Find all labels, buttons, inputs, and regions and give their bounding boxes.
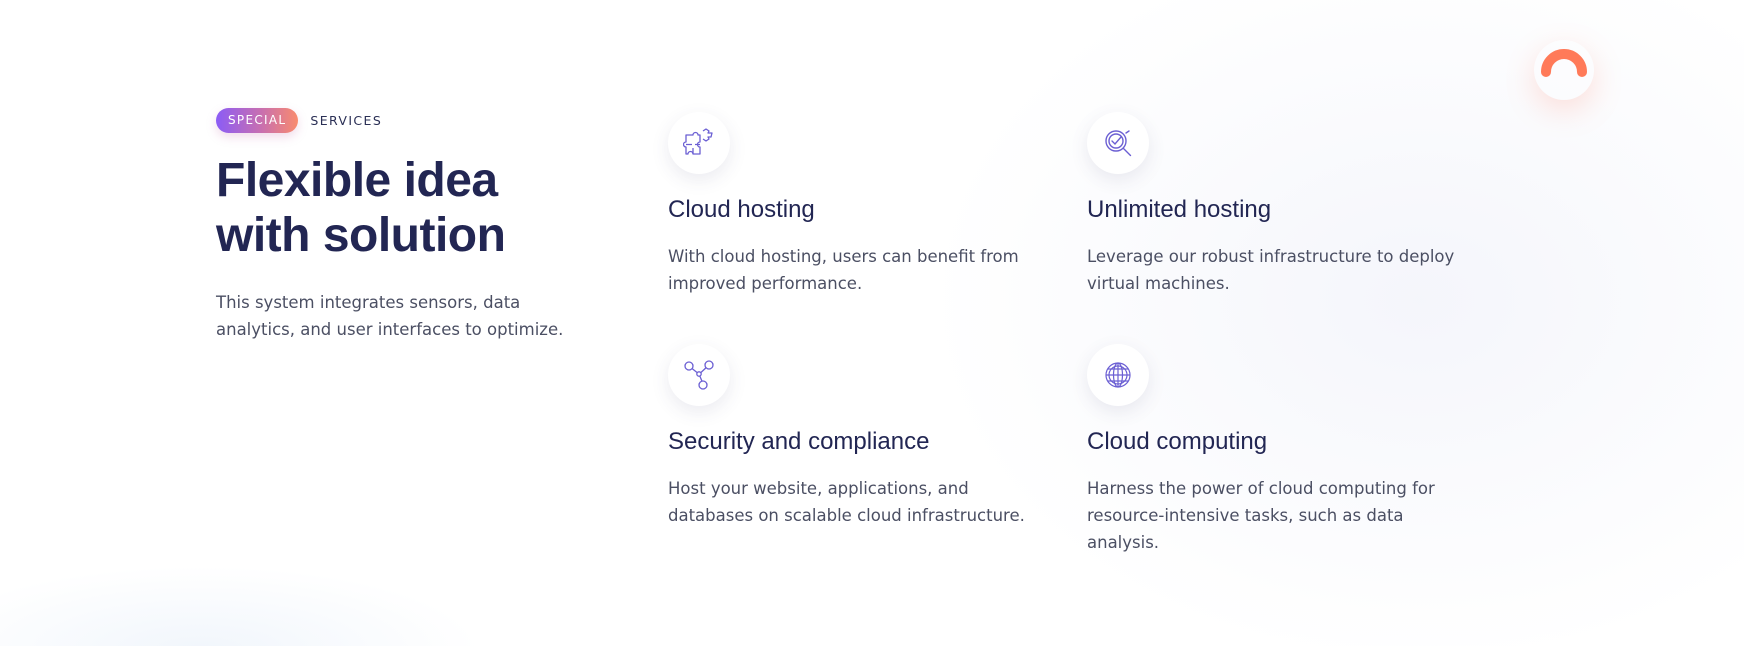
headline-line-2: with solution <box>216 209 506 262</box>
service-card-cloud-hosting: Cloud hosting With cloud hosting, users … <box>668 112 1068 297</box>
share-nodes-icon <box>668 344 730 406</box>
puzzle-icon <box>668 112 730 174</box>
globe-icon <box>1087 344 1149 406</box>
headline-line-1: Flexible idea <box>216 154 498 207</box>
service-description: Host your website, applications, and dat… <box>668 479 1025 525</box>
service-card-unlimited-hosting: Unlimited hosting Leverage our robust in… <box>1087 112 1487 297</box>
eyebrow-label: SERVICES <box>310 113 383 128</box>
service-title: Cloud hosting <box>668 196 815 223</box>
section-eyebrow: SPECIAL SERVICES <box>216 108 616 133</box>
special-badge: SPECIAL <box>216 108 299 133</box>
magnifier-check-icon <box>1087 112 1149 174</box>
service-card-security-compliance: Security and compliance Host your websit… <box>668 344 1068 529</box>
service-card-cloud-computing: Cloud computing Harness the power of clo… <box>1087 344 1487 556</box>
section-lead: This system integrates sensors, data ana… <box>216 293 564 339</box>
intro-section: SPECIAL SERVICES Flexible idea with solu… <box>216 108 616 343</box>
service-description: Harness the power of cloud computing for… <box>1087 479 1435 552</box>
decorative-arc-icon <box>1540 46 1588 94</box>
service-title: Unlimited hosting <box>1087 196 1272 223</box>
service-title: Security and compliance <box>668 428 930 455</box>
service-description: Leverage our robust infrastructure to de… <box>1087 247 1455 293</box>
service-title: Cloud computing <box>1087 428 1268 455</box>
section-headline: Flexible idea with solution <box>216 153 616 263</box>
service-description: With cloud hosting, users can benefit fr… <box>668 247 1019 293</box>
